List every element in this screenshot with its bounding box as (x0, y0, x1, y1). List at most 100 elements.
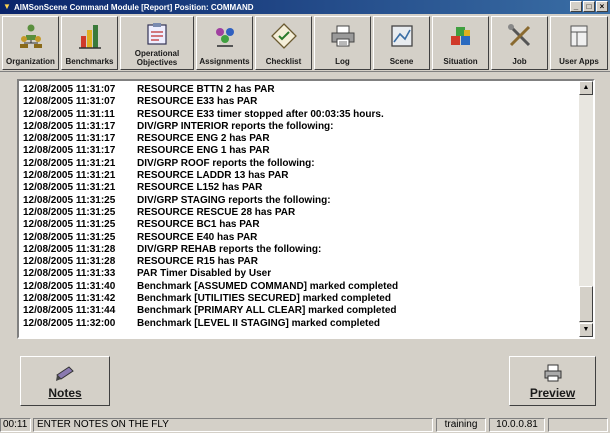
log-scrollbar[interactable]: ▲ ▼ (579, 81, 593, 337)
group-icon (215, 28, 234, 47)
log-entry: 12/08/2005 11:31:42 Benchmark [UTILITIES … (23, 293, 398, 305)
log-label: Log (335, 57, 350, 66)
log-timestamp: 12/08/2005 11:31:11 (23, 108, 115, 120)
preview-button[interactable]: Preview (509, 356, 596, 406)
assignments-button[interactable]: Assignments (196, 16, 253, 70)
scroll-thumb[interactable] (579, 286, 593, 322)
scene-button[interactable]: Scene (373, 16, 430, 70)
log-entry: 12/08/2005 11:31:17 DIV/GRP INTERIOR repo… (23, 121, 398, 133)
status-message: ENTER NOTES ON THE FLY (33, 418, 433, 432)
apps-icon (570, 25, 588, 47)
log-timestamp: 12/08/2005 11:31:28 (23, 243, 116, 255)
clipboard-icon (147, 23, 167, 45)
log-timestamp: 12/08/2005 11:31:21 (23, 157, 116, 169)
log-message: DIV/GRP INTERIOR reports the following: (137, 120, 334, 132)
scene-label: Scene (389, 57, 414, 66)
log-timestamp: 12/08/2005 11:31:17 (23, 133, 116, 145)
log-timestamp: 12/08/2005 11:31:21 (23, 170, 116, 182)
log-button[interactable]: Log (314, 16, 371, 70)
log-message: RESOURCE R15 has PAR (137, 256, 258, 268)
preview-label: Preview (529, 386, 576, 400)
status-blank-pane (548, 418, 608, 432)
log-entry: 12/08/2005 11:31:25 RESOURCE E40 has PAR (23, 232, 398, 244)
log-entry: 12/08/2005 11:31:07 RESOURCE BTTN 2 has P… (23, 84, 398, 96)
log-message: RESOURCE L152 has PAR (137, 182, 263, 194)
user-apps-label: User Apps (559, 57, 599, 66)
log-timestamp: 12/08/2005 11:31:28 (23, 256, 116, 268)
log-message: RESOURCE E33 has PAR (137, 96, 258, 108)
maximize-button[interactable]: □ (583, 1, 595, 12)
checklist-button[interactable]: Checklist (255, 16, 312, 70)
log-message: RESOURCE LADDR 13 has PAR (137, 170, 289, 182)
app-icon: ▼ (3, 2, 11, 11)
map-icon (390, 25, 413, 47)
operational-objectives-button[interactable]: Operational Objectives (120, 16, 194, 70)
log-message: DIV/GRP REHAB reports the following: (137, 243, 322, 255)
log-timestamp: 12/08/2005 11:31:42 (23, 293, 116, 305)
organization-button[interactable]: Organization (2, 16, 59, 70)
notes-icon (56, 366, 74, 381)
log-entry: 12/08/2005 11:31:25 RESOURCE BC1 has PAR (23, 219, 398, 231)
log-timestamp: 12/08/2005 11:31:40 (23, 280, 116, 292)
log-entry: 12/08/2005 11:31:25 DIV/GRP STAGING repor… (23, 195, 398, 207)
tools-icon (507, 24, 530, 47)
print-preview-icon (544, 364, 561, 382)
log-entry: 12/08/2005 11:31:11 RESOURCE E33 timer st… (23, 109, 398, 121)
activity-log: 12/08/2005 11:31:07 RESOURCE BTTN 2 has P… (23, 84, 398, 330)
log-entry: 12/08/2005 11:31:21 RESOURCE LADDR 13 has… (23, 170, 398, 182)
checklist-label: Checklist (265, 57, 302, 66)
log-message: Benchmark [PRIMARY ALL CLEAR] marked com… (137, 305, 397, 317)
log-timestamp: 12/08/2005 11:31:07 (23, 84, 116, 95)
situation-button[interactable]: Situation (432, 16, 489, 70)
log-entry: 12/08/2005 11:31:17 RESOURCE ENG 1 has PA… (23, 145, 398, 157)
log-message: Benchmark [ASSUMED COMMAND] marked compl… (137, 280, 399, 292)
scroll-down-button[interactable]: ▼ (579, 323, 593, 337)
printer-icon (331, 25, 354, 47)
organization-label: Organization (6, 57, 55, 66)
log-message: RESOURCE BTTN 2 has PAR (137, 84, 275, 95)
log-message: RESOURCE E40 has PAR (137, 231, 258, 243)
window-controls: _ □ × (570, 1, 608, 12)
job-button[interactable]: Job (491, 16, 548, 70)
user-apps-button[interactable]: User Apps (550, 16, 608, 70)
log-message: RESOURCE BC1 has PAR (137, 219, 260, 231)
minimize-button[interactable]: _ (570, 1, 582, 12)
log-message: Benchmark [UTILITIES SECURED] marked com… (137, 293, 391, 305)
log-message: RESOURCE RESCUE 28 has PAR (137, 206, 296, 218)
log-message: DIV/GRP STAGING reports the following: (137, 194, 331, 206)
log-message: RESOURCE ENG 1 has PAR (137, 145, 270, 157)
version-indicator: 10.0.0.81 (489, 418, 545, 432)
log-message: RESOURCE ENG 2 has PAR (137, 133, 270, 145)
activity-log-panel[interactable]: 12/08/2005 11:31:07 RESOURCE BTTN 2 has P… (17, 79, 595, 339)
bar-chart-icon (78, 25, 101, 49)
benchmarks-button[interactable]: Benchmarks (61, 16, 118, 70)
log-entry: 12/08/2005 11:31:21 RESOURCE L152 has PAR (23, 182, 398, 194)
log-entry: 12/08/2005 11:31:28 RESOURCE R15 has PAR (23, 256, 398, 268)
log-entry: 12/08/2005 11:31:21 DIV/GRP ROOF reports … (23, 158, 398, 170)
log-timestamp: 12/08/2005 11:31:17 (23, 145, 116, 157)
status-bar: 00:11 ENTER NOTES ON THE FLY training 10… (0, 415, 610, 433)
checklist-icon (270, 23, 297, 49)
log-entry: 12/08/2005 11:31:40 Benchmark [ASSUMED CO… (23, 281, 398, 293)
log-timestamp: 12/08/2005 11:32:00 (23, 317, 116, 329)
log-message: RESOURCE E33 timer stopped after 00:03:3… (137, 108, 384, 120)
benchmarks-label: Benchmarks (65, 57, 114, 66)
notes-button[interactable]: Notes (20, 356, 110, 406)
log-timestamp: 12/08/2005 11:31:33 (23, 268, 116, 280)
operational-objectives-label: Operational Objectives (134, 49, 180, 67)
log-entry: 12/08/2005 11:31:44 Benchmark [PRIMARY AL… (23, 305, 398, 317)
blocks-icon (450, 27, 470, 45)
log-entry: 12/08/2005 11:31:25 RESOURCE RESCUE 28 ha… (23, 207, 398, 219)
mode-indicator: training (436, 418, 486, 432)
log-timestamp: 12/08/2005 11:31:21 (23, 182, 116, 194)
close-button[interactable]: × (596, 1, 608, 12)
log-entry: 12/08/2005 11:31:33 PAR Timer Disabled by… (23, 268, 398, 280)
log-timestamp: 12/08/2005 11:31:25 (23, 194, 116, 206)
log-timestamp: 12/08/2005 11:31:25 (23, 231, 116, 243)
title-bar: ▼ AIMSonScene Command Module [Report] Po… (0, 0, 610, 14)
log-message: PAR Timer Disabled by User (137, 268, 272, 280)
log-entry: 12/08/2005 11:31:07 RESOURCE E33 has PAR (23, 96, 398, 108)
notes-label: Notes (48, 386, 82, 400)
log-timestamp: 12/08/2005 11:31:17 (23, 120, 116, 132)
scroll-up-button[interactable]: ▲ (579, 81, 593, 95)
